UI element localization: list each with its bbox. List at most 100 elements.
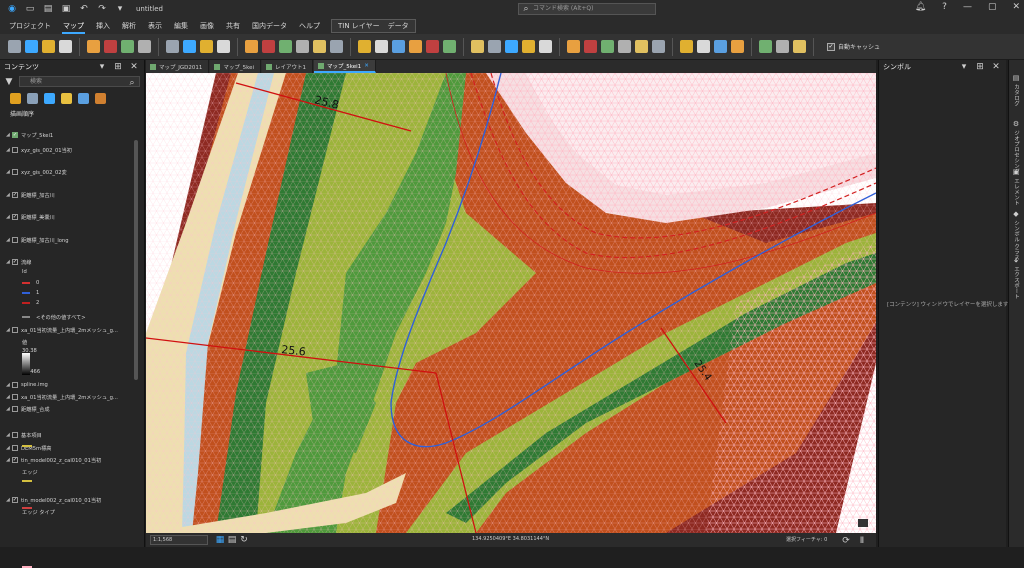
ribbon-tab-1[interactable]: マップ — [62, 18, 85, 34]
grid-icon[interactable]: ▤ — [226, 534, 238, 546]
ribbon-tool-icon[interactable] — [793, 40, 806, 53]
view-tab-0[interactable]: マップ_JGD2011 — [146, 60, 210, 73]
ribbon-tab-3[interactable]: 解析 — [121, 18, 137, 34]
ribbon-tab-4[interactable]: 表示 — [147, 18, 163, 34]
ribbon-tool-icon[interactable] — [375, 40, 388, 53]
pin-icon[interactable]: ⊞ — [112, 61, 124, 73]
ribbon-tool-icon[interactable] — [635, 40, 648, 53]
layer-visibility-checkbox[interactable] — [12, 432, 18, 438]
map-view[interactable]: 25.8 25.6 25.4 — [146, 73, 876, 533]
ribbon-tool-icon[interactable] — [488, 40, 501, 53]
layer-item[interactable]: ◢ xyz_gis_002_01当初 — [6, 145, 72, 155]
layer-item[interactable]: ◢ 距離標_合成 — [6, 404, 50, 414]
ribbon-tool-icon[interactable] — [601, 40, 614, 53]
ribbon-tool-icon[interactable] — [217, 40, 230, 53]
side-tab-0[interactable]: ▤ カタログ — [1012, 74, 1020, 106]
ribbon-tool-icon[interactable] — [539, 40, 552, 53]
ribbon-tool-icon[interactable] — [409, 40, 422, 53]
layer-item[interactable]: ◢ xa_01当初流量_上内環_2mメッシュ_g... — [6, 392, 118, 402]
layer-visibility-checkbox[interactable] — [12, 147, 18, 153]
pin-icon[interactable]: ⊞ — [974, 61, 986, 73]
ribbon-tool-icon[interactable] — [296, 40, 309, 53]
layer-visibility-checkbox[interactable]: ✓ — [12, 192, 18, 198]
customize-icon[interactable]: ▾ — [114, 3, 126, 15]
side-tab-4[interactable]: ➜ エクスポート — [1012, 256, 1020, 299]
layer-item[interactable]: ◢ ✓ 距離標_美嚢川 — [6, 212, 55, 222]
ribbon-tool-icon[interactable] — [426, 40, 439, 53]
close-icon[interactable]: ✕ — [128, 61, 140, 73]
ribbon-tool-icon[interactable] — [680, 40, 693, 53]
ribbon-tool-icon[interactable] — [522, 40, 535, 53]
layer-item[interactable]: ◢ ✓ 流線 — [6, 257, 31, 267]
layer-item[interactable]: ◢ ✓ tin_model002_z_cal010_01当初 — [6, 495, 101, 505]
ribbon-tab-0[interactable]: プロジェクト — [8, 18, 52, 34]
layer-visibility-checkbox[interactable] — [12, 382, 18, 388]
layer-item[interactable]: ◢ xyz_gis_002_02変 — [6, 167, 67, 177]
ribbon-tab-5[interactable]: 編集 — [173, 18, 189, 34]
layer-visibility-checkbox[interactable]: ✓ — [12, 214, 18, 220]
list-by-snapping-icon[interactable] — [78, 92, 89, 104]
ribbon-tab-8[interactable]: 国内データ — [251, 18, 288, 34]
context-tab-1[interactable]: データ — [388, 20, 409, 32]
auto-cache-checkbox[interactable]: ✓ — [827, 42, 835, 51]
new-project-icon[interactable]: ▭ — [24, 3, 36, 15]
ribbon-tool-icon[interactable] — [262, 40, 275, 53]
redo-icon[interactable]: ↷ — [96, 3, 108, 15]
layer-item[interactable]: ◢ xa_01当初流量_上内環_2mメッシュ_g... — [6, 325, 118, 335]
ribbon-tool-icon[interactable] — [731, 40, 744, 53]
ribbon-tool-icon[interactable] — [121, 40, 134, 53]
ribbon-tool-icon[interactable] — [714, 40, 727, 53]
notification-icon[interactable]: 🔔︎ — [915, 2, 926, 12]
rotate-icon[interactable]: ↻ — [238, 534, 250, 546]
layer-item[interactable]: ◢ ✓ tin_model002_z_cal010_01当初 — [6, 455, 101, 465]
ribbon-tool-icon[interactable] — [200, 40, 213, 53]
ribbon-tab-2[interactable]: 挿入 — [95, 18, 111, 34]
layer-visibility-checkbox[interactable]: ✓ — [12, 259, 18, 265]
close-icon[interactable]: ✕ — [990, 61, 1002, 73]
ribbon-tab-6[interactable]: 画像 — [199, 18, 215, 34]
help-icon[interactable]: ? — [942, 2, 947, 12]
ribbon-tool-icon[interactable] — [618, 40, 631, 53]
ribbon-tool-icon[interactable] — [8, 40, 21, 53]
ribbon-tool-icon[interactable] — [505, 40, 518, 53]
map-tips-icon[interactable] — [858, 519, 868, 527]
side-tab-1[interactable]: ⚙︎ジオプロセシング — [1012, 120, 1020, 174]
refresh-icon[interactable]: ⟳ — [840, 535, 852, 547]
auto-cache-toggle[interactable]: ✓ 自動キャッシュ — [827, 42, 880, 51]
ribbon-tab-9[interactable]: ヘルプ — [298, 18, 321, 34]
scale-selector[interactable]: 1:1,568 — [150, 535, 208, 545]
ribbon-tool-icon[interactable] — [697, 40, 710, 53]
ribbon-tool-icon[interactable] — [330, 40, 343, 53]
layer-visibility-checkbox[interactable] — [12, 327, 18, 333]
ribbon-tool-icon[interactable] — [138, 40, 151, 53]
pane-options-icon[interactable]: ▾ — [96, 61, 108, 73]
list-by-drawing-order-icon[interactable] — [10, 92, 21, 104]
layer-visibility-checkbox[interactable]: ✓ — [12, 497, 18, 503]
close-tab-icon[interactable]: ✕ — [364, 63, 369, 69]
pause-icon[interactable]: Ⅱ — [856, 535, 868, 547]
contents-scrollbar[interactable] — [134, 140, 138, 380]
maximize-icon[interactable]: ▢ — [988, 2, 997, 12]
ribbon-tool-icon[interactable] — [776, 40, 789, 53]
ribbon-tool-icon[interactable] — [392, 40, 405, 53]
ribbon-tool-icon[interactable] — [279, 40, 292, 53]
save-icon[interactable]: ▣ — [60, 3, 72, 15]
layer-item[interactable]: ◢ spline.img — [6, 380, 48, 390]
ribbon-tool-icon[interactable] — [59, 40, 72, 53]
ribbon-tool-icon[interactable] — [313, 40, 326, 53]
layer-visibility-checkbox[interactable] — [12, 394, 18, 400]
layer-visibility-checkbox[interactable] — [12, 445, 18, 451]
layer-visibility-checkbox[interactable] — [12, 169, 18, 175]
ribbon-tool-icon[interactable] — [245, 40, 258, 53]
ribbon-tool-icon[interactable] — [25, 40, 38, 53]
undo-icon[interactable]: ↶ — [78, 3, 90, 15]
view-tab-2[interactable]: レイアウト1 — [262, 60, 314, 73]
ribbon-tool-icon[interactable] — [104, 40, 117, 53]
layer-visibility-checkbox[interactable] — [12, 406, 18, 412]
ribbon-tool-icon[interactable] — [358, 40, 371, 53]
pane-options-icon[interactable]: ▾ — [958, 61, 970, 73]
command-search[interactable]: ⌕ コマンド検索 (Alt+Q) — [518, 3, 656, 15]
ribbon-tool-icon[interactable] — [443, 40, 456, 53]
ribbon-tool-icon[interactable] — [471, 40, 484, 53]
map-canvas[interactable]: 25.8 25.6 25.4 — [146, 73, 876, 533]
